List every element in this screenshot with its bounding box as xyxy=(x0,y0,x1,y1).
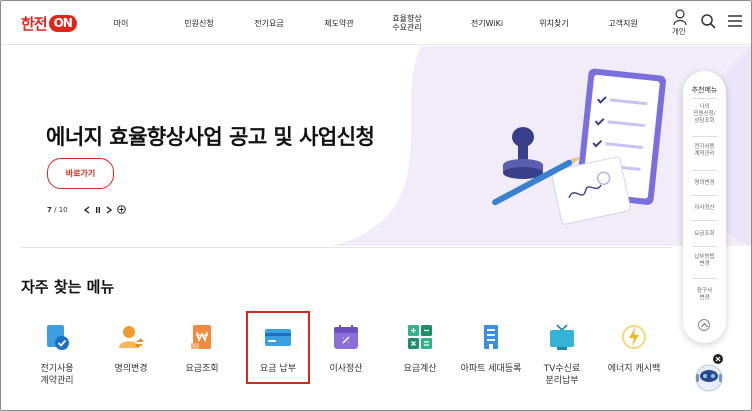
user-icon[interactable] xyxy=(673,9,687,25)
side-item-my-request[interactable]: 나의 민원신청/ 상담조회 xyxy=(687,104,722,125)
pager-total: / 10 xyxy=(54,205,68,214)
logo-on-badge: ON xyxy=(48,14,77,32)
menu-label: 아파트 세대등록 xyxy=(460,364,522,374)
menu-label: TV수신료 분리납부 xyxy=(543,364,581,386)
banner-shortcut-button[interactable]: 바로가기 xyxy=(47,158,114,189)
nav-electric-bill[interactable]: 전기요금 xyxy=(241,1,297,45)
side-item-invoice[interactable]: 청구서 변경 xyxy=(687,288,722,302)
nav-location[interactable]: 위치찾기 xyxy=(526,1,582,45)
side-item-name-change[interactable]: 명의변경 xyxy=(687,180,722,187)
side-item-bill-inquiry[interactable]: 요금조회 xyxy=(687,231,722,238)
recommended-menu-panel: 추천메뉴 나의 민원신청/ 상담조회 전기사용 계약관리 명의변경 이사정산 요… xyxy=(683,71,726,343)
person-change-icon xyxy=(119,326,144,348)
nav-support[interactable]: 고객지원 xyxy=(595,1,651,45)
chatbot-icon[interactable] xyxy=(694,354,728,394)
won-bill-icon xyxy=(191,325,211,349)
browser-frame: 한전 ON 마이 민원신청 전기요금 제도약관 효율향상 수요관리 전기WiKi … xyxy=(0,0,752,411)
menu-contract-management[interactable]: 전기사용 계약관리 xyxy=(22,319,92,389)
menu-label: 명의변경 xyxy=(114,364,148,374)
nav-my[interactable]: 마이 xyxy=(101,1,141,45)
nav-policy-terms[interactable]: 제도약관 xyxy=(311,1,367,45)
menu-bill-inquiry[interactable]: 요금조회 xyxy=(167,319,237,389)
pager-current: 7 xyxy=(47,205,52,214)
side-divider xyxy=(692,98,717,99)
prev-arrow-icon[interactable] xyxy=(83,205,90,214)
add-circle-icon[interactable] xyxy=(116,205,126,214)
nav-civil-request[interactable]: 민원신청 xyxy=(171,1,227,45)
apartment-icon xyxy=(484,325,498,349)
selected-menu-highlight xyxy=(246,311,310,384)
next-arrow-icon[interactable] xyxy=(106,205,112,214)
menu-label: 전기사용 계약관리 xyxy=(40,364,74,386)
menu-label: 요금계산 xyxy=(403,364,437,374)
logo-text: 한전 xyxy=(21,14,48,33)
side-divider xyxy=(692,170,717,171)
menu-label: 요금조회 xyxy=(185,364,219,374)
doc-check-icon xyxy=(47,325,69,350)
side-divider xyxy=(692,136,717,137)
menu-apartment-registration[interactable]: 아파트 세대등록 xyxy=(456,319,526,389)
side-divider xyxy=(692,220,717,221)
menu-moving-settlement[interactable]: 이사정산 xyxy=(311,319,381,389)
energy-bolt-icon xyxy=(622,325,646,349)
side-divider xyxy=(692,246,717,247)
side-item-moving[interactable]: 이사정산 xyxy=(687,205,722,212)
hamburger-menu-icon[interactable] xyxy=(728,15,742,27)
kepco-on-logo[interactable]: 한전 ON xyxy=(21,13,77,33)
menu-bill-calculator[interactable]: 요금계산 xyxy=(385,319,455,389)
side-panel-title: 추천메뉴 xyxy=(691,86,718,94)
banner-pager: 7 / 10 xyxy=(47,205,126,214)
menu-label: 이사정산 xyxy=(329,364,363,374)
side-item-payment-method[interactable]: 납부방법 변경 xyxy=(687,254,722,268)
user-type-label: 개인 xyxy=(672,27,686,36)
nav-wiki[interactable]: 전기WiKi xyxy=(459,1,515,45)
top-header: 한전 ON 마이 민원신청 전기요금 제도약관 효율향상 수요관리 전기WiKi … xyxy=(1,1,751,45)
frequent-menu-title: 자주 찾는 메뉴 xyxy=(21,278,115,296)
banner-title: 에너지 효율향상사업 공고 및 사업신청 xyxy=(46,125,375,149)
side-divider xyxy=(692,195,717,196)
calendar-icon xyxy=(334,325,358,349)
main-banner: 에너지 효율향상사업 공고 및 사업신청 바로가기 xyxy=(1,46,751,246)
calculator-icon xyxy=(408,325,432,349)
section-divider xyxy=(21,247,672,248)
nav-efficiency[interactable]: 효율향상 수요관리 xyxy=(379,1,435,45)
menu-name-change[interactable]: 명의변경 xyxy=(96,319,166,389)
menu-label: 에너지 캐시백 xyxy=(607,364,661,374)
scroll-top-icon[interactable] xyxy=(698,319,710,331)
tv-icon xyxy=(550,324,574,350)
menu-tv-fee-separation[interactable]: TV수신료 분리납부 xyxy=(527,319,597,389)
pause-icon[interactable] xyxy=(95,206,101,214)
side-divider xyxy=(692,278,717,279)
search-icon[interactable] xyxy=(701,14,716,29)
side-item-contract[interactable]: 전기사용 계약관리 xyxy=(687,144,722,158)
menu-energy-cashback[interactable]: 에너지 캐시백 xyxy=(599,319,669,389)
